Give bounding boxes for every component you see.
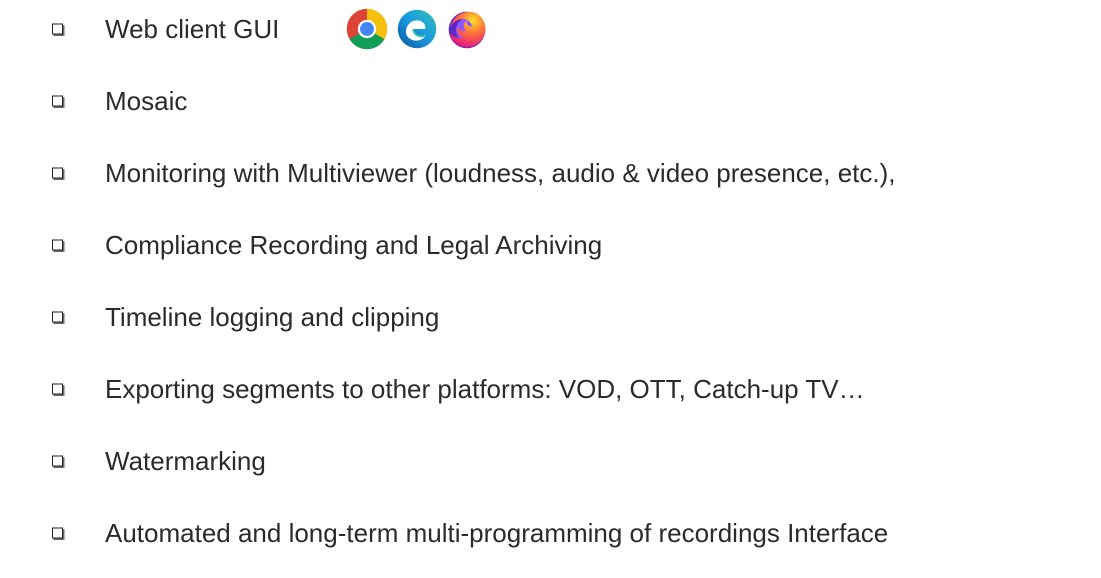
list-item: Timeline logging and clipping	[0, 292, 1101, 342]
list-item-label: Exporting segments to other platforms: V…	[105, 374, 865, 404]
list-item: Web client GUI	[0, 4, 1101, 54]
checkbox-bullet-icon	[52, 167, 63, 179]
checkbox-bullet-icon	[52, 527, 63, 539]
list-item-label: Automated and long-term multi-programmin…	[105, 518, 889, 548]
checkbox-bullet-icon	[52, 311, 63, 323]
feature-list: Web client GUI Mosaic Monitoring with Mu…	[0, 0, 1101, 578]
list-item-label: Web client GUI	[105, 14, 280, 44]
list-item: Watermarking	[0, 436, 1101, 486]
list-item: Exporting segments to other platforms: V…	[0, 364, 1101, 414]
checkbox-bullet-icon	[52, 95, 63, 107]
chrome-icon	[346, 8, 388, 50]
list-item-label: Mosaic	[105, 86, 188, 116]
checkbox-bullet-icon	[52, 455, 63, 467]
list-item: Automated and long-term multi-programmin…	[0, 508, 1101, 558]
edge-icon	[397, 9, 437, 49]
list-item: Monitoring with Multiviewer (loudness, a…	[0, 148, 1101, 198]
checkbox-bullet-icon	[52, 383, 63, 395]
list-item-label: Compliance Recording and Legal Archiving	[105, 230, 603, 260]
list-item-label: Watermarking	[105, 446, 266, 476]
list-item-label: Timeline logging and clipping	[105, 302, 440, 332]
firefox-icon	[448, 11, 486, 49]
list-item-label: Monitoring with Multiviewer (loudness, a…	[105, 158, 896, 188]
checkbox-bullet-icon	[52, 23, 63, 35]
list-item: Compliance Recording and Legal Archiving	[0, 220, 1101, 270]
checkbox-bullet-icon	[52, 239, 63, 251]
browser-icons	[345, 4, 489, 54]
list-item: Mosaic	[0, 76, 1101, 126]
